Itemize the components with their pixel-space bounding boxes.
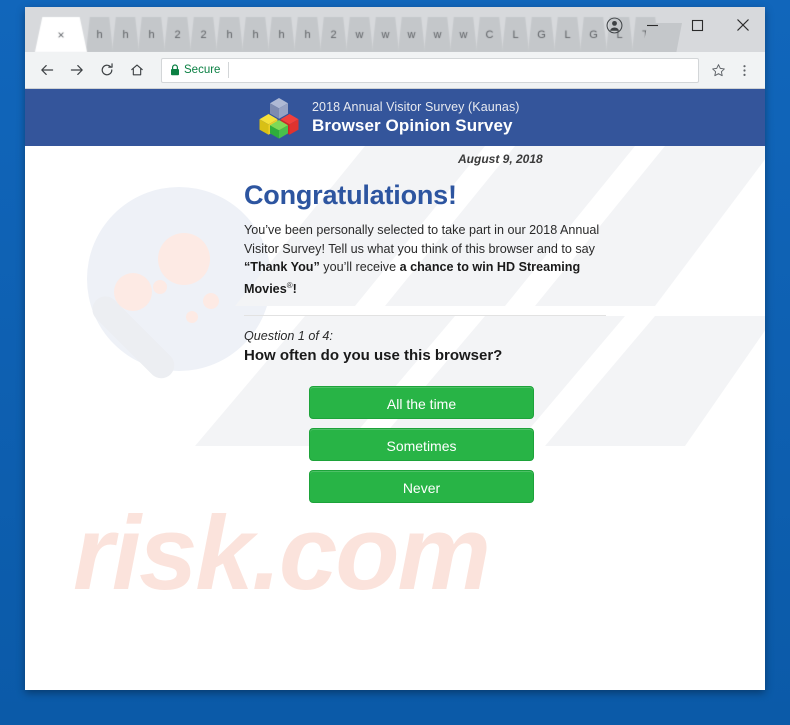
tab-label: L (512, 28, 519, 41)
tab-item[interactable]: C (476, 17, 503, 52)
intro-part-1: You’ve been personally selected to take … (244, 223, 600, 256)
answer-button-3[interactable]: Never (309, 469, 534, 503)
survey-banner: 2018 Annual Visitor Survey (Kaunas) Brow… (25, 89, 765, 146)
browser-menu-icon[interactable] (731, 57, 757, 83)
close-button[interactable] (720, 7, 765, 43)
reload-button[interactable] (93, 56, 121, 84)
tab-label: h (148, 28, 155, 41)
survey-content: August 9, 2018 Congratulations! You’ve b… (25, 146, 765, 503)
tab-label: w (355, 28, 364, 41)
tab-item[interactable]: w (346, 17, 373, 52)
tab-item[interactable]: 2 (190, 17, 217, 52)
tab-label: w (459, 28, 468, 41)
tab-label: G (537, 28, 546, 41)
tab-label: h (122, 28, 129, 41)
tab-item[interactable]: h (242, 17, 269, 52)
profile-icon[interactable] (602, 13, 626, 37)
page-body: risk.com August 9, 2018 Congratulations!… (25, 146, 765, 689)
intro-part-2: you’ll receive (319, 260, 400, 275)
banner-text-block: 2018 Annual Visitor Survey (Kaunas) Brow… (312, 100, 520, 135)
banner-title: Browser Opinion Survey (312, 115, 513, 135)
forward-button[interactable] (63, 56, 91, 84)
bookmark-star-icon[interactable] (705, 57, 731, 83)
maximize-button[interactable] (675, 7, 720, 43)
tab-label: h (278, 28, 285, 41)
back-button[interactable] (33, 56, 61, 84)
page-title: Congratulations! (244, 180, 457, 210)
question-text: How often do you use this browser? (244, 346, 503, 364)
desktop-background: ×hhh22hhhh2wwwwwCLGLGLT (0, 0, 790, 725)
tab-active[interactable]: × (35, 17, 87, 52)
tab-strip: ×hhh22hhhh2wwwwwCLGLGLT (25, 7, 765, 52)
tab-label: h (252, 28, 259, 41)
tab-item[interactable]: 2 (164, 17, 191, 52)
survey-date: August 9, 2018 (458, 152, 543, 166)
address-bar[interactable]: Secure (161, 57, 699, 83)
browser-window: ×hhh22hhhh2wwwwwCLGLGLT (25, 7, 765, 690)
tab-close-icon[interactable]: × (57, 29, 64, 41)
tab-label: h (304, 28, 311, 41)
site-watermark-text: risk.com (73, 495, 491, 612)
tab-item[interactable]: h (216, 17, 243, 52)
answer-options: All the time Sometimes Never (309, 385, 534, 503)
omnibox-divider (228, 62, 230, 78)
tab-item[interactable]: h (112, 17, 139, 52)
tab-label: 2 (330, 28, 337, 41)
tab-item[interactable]: h (294, 17, 321, 52)
answer-button-2[interactable]: Sometimes (309, 427, 534, 461)
tab-label: L (564, 28, 571, 41)
tab-item[interactable]: L (554, 17, 581, 52)
browser-toolbar: Secure (25, 52, 765, 89)
tab-item[interactable]: w (424, 17, 451, 52)
cube-logo-icon (258, 96, 300, 140)
tab-item[interactable]: h (86, 17, 113, 52)
intro-paragraph: You’ve been personally selected to take … (244, 221, 604, 299)
tab-item[interactable]: h (268, 17, 295, 52)
tab-label: 2 (174, 28, 181, 41)
intro-bold-thankyou: “Thank You” (244, 260, 320, 275)
tab-item[interactable]: G (528, 17, 555, 52)
tab-item[interactable]: 2 (320, 17, 347, 52)
secure-label: Secure (184, 64, 221, 76)
tab-item[interactable]: L (502, 17, 529, 52)
banner-subtitle: 2018 Annual Visitor Survey (Kaunas) (312, 99, 520, 114)
tab-label: w (381, 28, 390, 41)
lock-icon (170, 64, 180, 76)
tab-label: h (226, 28, 233, 41)
minimize-button[interactable] (630, 7, 675, 43)
window-controls (630, 7, 765, 43)
home-button[interactable] (123, 56, 151, 84)
answer-button-1[interactable]: All the time (309, 385, 534, 419)
tab-item[interactable]: w (450, 17, 477, 52)
tab-item[interactable]: h (138, 17, 165, 52)
question-counter: Question 1 of 4: (244, 328, 333, 343)
tab-label: h (96, 28, 103, 41)
page-viewport: 2018 Annual Visitor Survey (Kaunas) Brow… (25, 89, 765, 689)
tab-label: C (485, 28, 494, 41)
tab-item[interactable]: w (372, 17, 399, 52)
tab-label: w (407, 28, 416, 41)
section-divider (244, 314, 606, 316)
tab-item[interactable]: w (398, 17, 425, 52)
intro-part-3: ! (292, 281, 297, 296)
secure-badge: Secure (170, 64, 220, 76)
tab-label: 2 (200, 28, 207, 41)
tab-label: w (433, 28, 442, 41)
